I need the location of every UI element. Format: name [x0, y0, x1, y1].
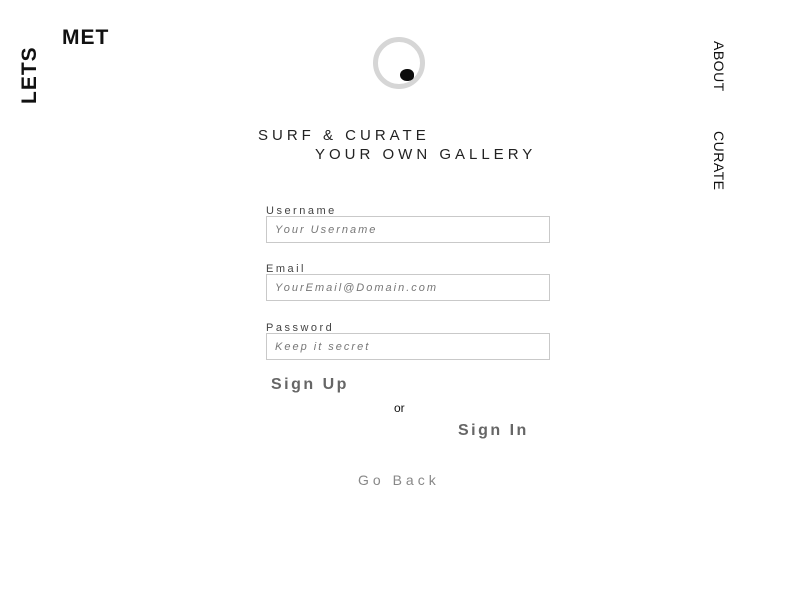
- logo-dot: [400, 69, 414, 81]
- nav-curate-link[interactable]: CURATE: [711, 131, 727, 191]
- or-separator: or: [394, 401, 405, 415]
- tagline-line-2: YOUR OWN GALLERY: [315, 146, 537, 163]
- logo-met: MET: [62, 26, 110, 49]
- email-input[interactable]: [266, 274, 550, 301]
- tagline-line-1: SURF & CURATE: [258, 127, 430, 144]
- sign-up-button[interactable]: Sign Up: [271, 376, 349, 394]
- logo-lets: LETS: [18, 46, 41, 104]
- logo-circle-icon: [373, 37, 425, 89]
- go-back-link[interactable]: Go Back: [358, 472, 440, 488]
- sign-in-button[interactable]: Sign In: [458, 422, 529, 440]
- password-input[interactable]: [266, 333, 550, 360]
- username-input[interactable]: [266, 216, 550, 243]
- nav-about-link[interactable]: ABOUT: [711, 41, 727, 92]
